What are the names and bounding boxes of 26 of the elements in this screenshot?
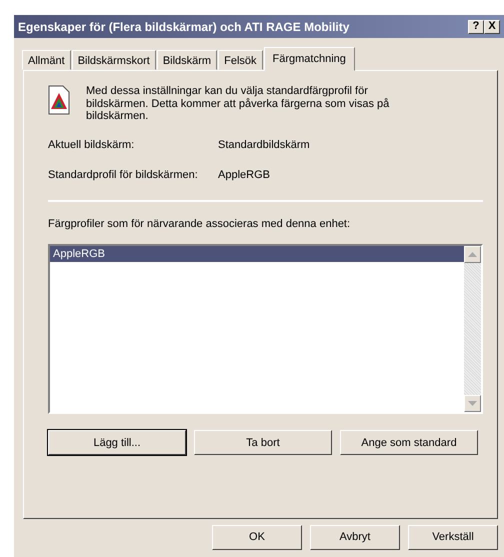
window-title: Egenskaper för (Flera bildskärmar) och ATI RAGE Mobility [18,18,350,36]
profile-button[interactable]: Ta bort [194,430,332,456]
field-label: Aktuell bildskärm: [48,138,136,153]
field-label: Standardprofil för bildskärmen: [48,168,199,184]
scroll-down-icon[interactable] [468,401,477,406]
tab[interactable]: Färgmatchning [264,47,355,71]
scroll-up-icon[interactable] [468,252,477,258]
profiles-label: Färgprofiler som för närvarande associeras med denna enhet: [48,216,352,232]
tab[interactable]: Allmänt [22,50,71,70]
profile-button[interactable]: Lägg till... [48,430,186,456]
close-button[interactable]: X [484,20,500,34]
dialog-button[interactable]: OK [212,525,302,550]
description-text: Med dessa inställningar kan du välja standardfärgprofil för bildskärmen. Detta kommer att påverka färgerna som visas på bildskärmen. [86,85,390,123]
scrollbar[interactable] [464,246,481,412]
dialog-button[interactable]: Avbryt [310,525,400,550]
color-document-icon [48,85,70,115]
profile-list[interactable]: AppleRGB [48,244,483,414]
field-value: AppleRGB [218,168,271,184]
tab[interactable]: Felsök [218,50,263,70]
field-value: Standardbildskärm [218,138,311,153]
list-item[interactable]: AppleRGB [50,246,464,262]
tab[interactable]: Bildskärmskort [72,50,156,70]
profile-button[interactable]: Ange som standard [340,430,478,456]
dialog-button[interactable]: Verkställ [408,525,498,550]
help-button[interactable]: ? [468,20,484,34]
tab[interactable]: Bildskärm [156,50,218,70]
